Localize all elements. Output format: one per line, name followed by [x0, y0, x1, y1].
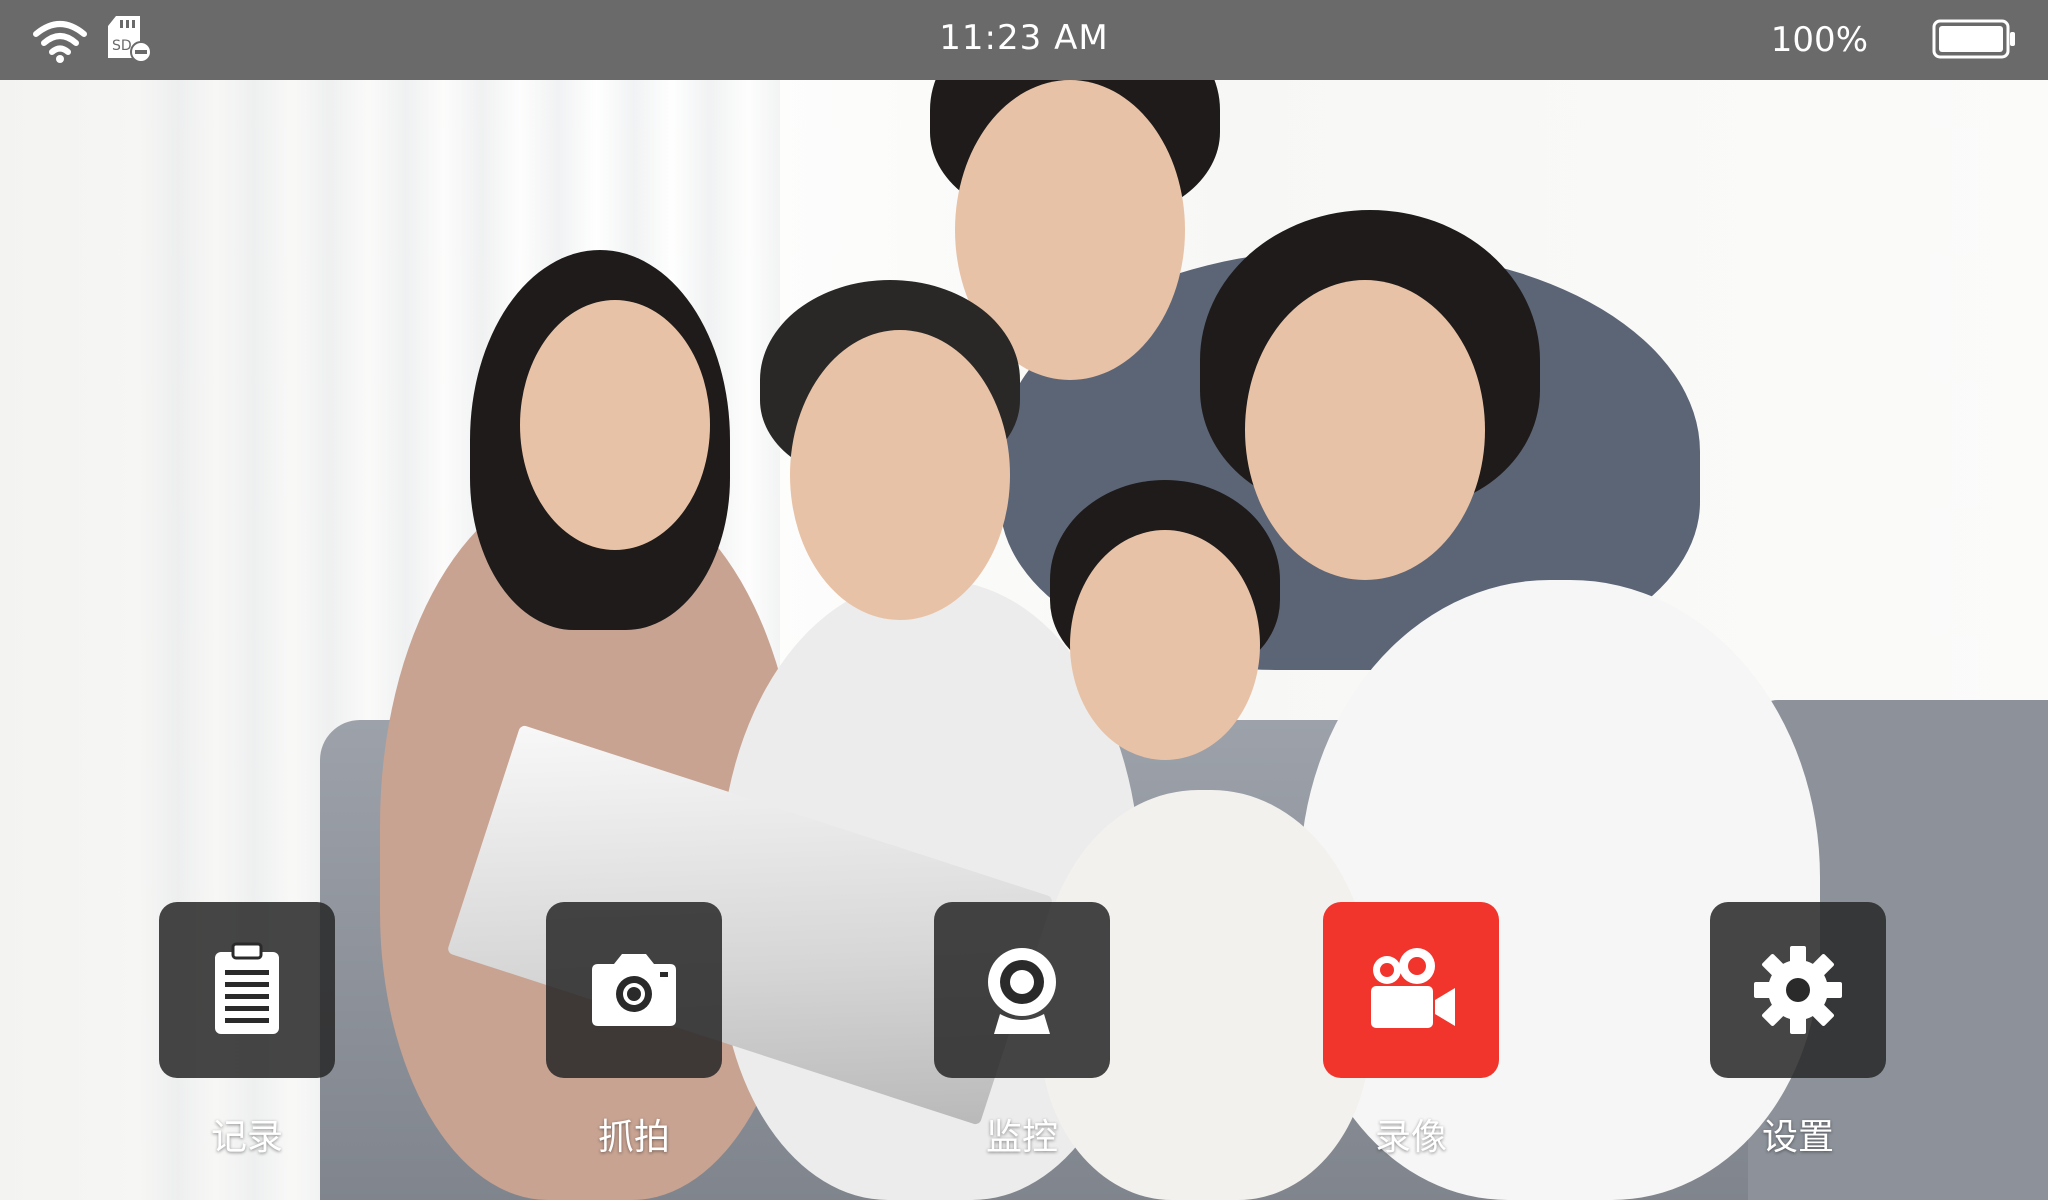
monitor-label: 监控 — [985, 1117, 1058, 1158]
dock-item-settings[interactable]: 设置 — [1710, 902, 1886, 1160]
settings-label: 设置 — [1761, 1117, 1834, 1158]
gear-icon — [1754, 946, 1842, 1034]
recording-button[interactable] — [1323, 902, 1499, 1078]
records-button[interactable] — [159, 902, 335, 1078]
recording-label: 录像 — [1374, 1117, 1447, 1158]
webcam-icon — [988, 948, 1056, 1034]
records-label: 记录 — [210, 1117, 283, 1158]
snapshot-button[interactable] — [546, 902, 722, 1078]
battery-percent: 100% — [1770, 20, 1868, 60]
dock-item-records[interactable]: 记录 — [159, 902, 335, 1160]
settings-button[interactable] — [1710, 902, 1886, 1078]
status-time: 11:23 AM — [939, 18, 1109, 58]
monitor-button[interactable] — [934, 902, 1110, 1078]
bottom-dock: 记录 抓拍 监控 录像 设置 — [0, 0, 2048, 1200]
snapshot-label: 抓拍 — [597, 1117, 670, 1158]
camera-icon — [592, 954, 676, 1026]
dock-item-snapshot[interactable]: 抓拍 — [546, 902, 722, 1160]
battery-icon — [1932, 19, 2015, 59]
dock-item-recording[interactable]: 录像 — [1323, 902, 1499, 1160]
video-camera-icon — [1371, 948, 1455, 1028]
status-bar: SD 11:23 AM 100% — [0, 0, 2048, 80]
dock-item-monitor[interactable]: 监控 — [934, 902, 1110, 1160]
clipboard-icon — [215, 942, 279, 1034]
